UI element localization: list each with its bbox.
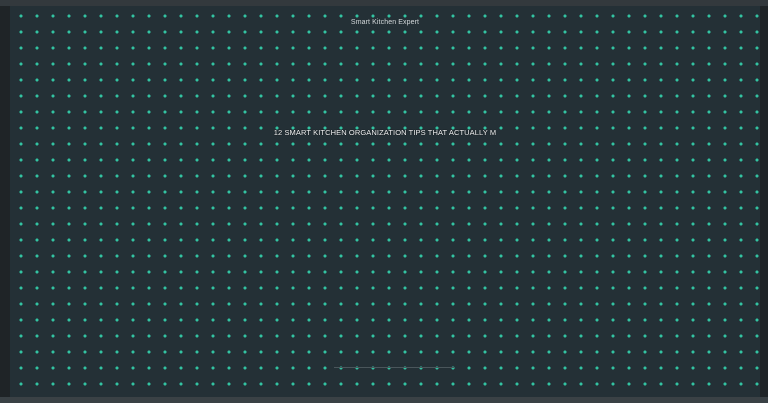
channel-name: Smart Kitchen Expert [350, 19, 420, 26]
video-frame[interactable]: Smart Kitchen Expert 12 SMART KITCHEN OR… [10, 6, 760, 397]
progress-track[interactable] [334, 367, 454, 368]
video-title: 12 SMART KITCHEN ORGANIZATION TIPS THAT … [273, 128, 497, 137]
dot-grid-background [10, 6, 760, 397]
bottom-bar [0, 397, 768, 403]
